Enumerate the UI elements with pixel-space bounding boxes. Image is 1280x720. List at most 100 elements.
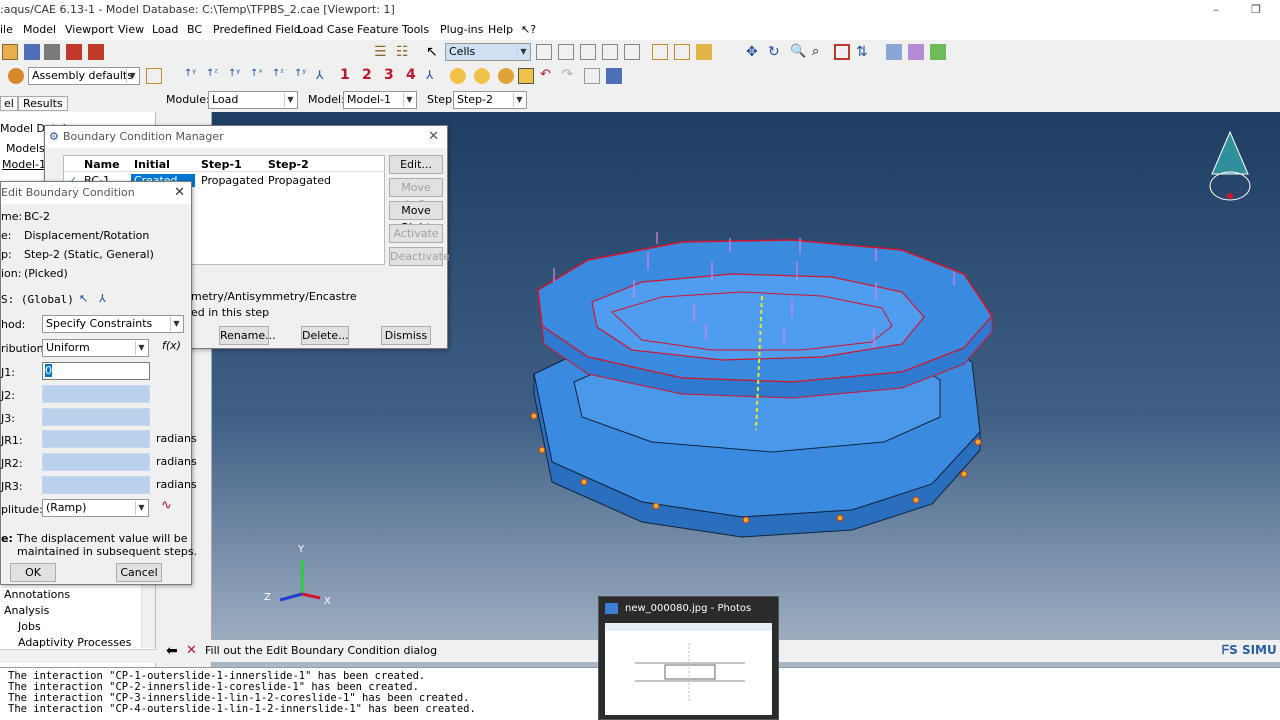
zoom-icon[interactable]: 🔍 [790,44,806,60]
csys-zy-icon[interactable]: ↑ᶻ [272,68,288,84]
highlight-icon[interactable] [518,68,534,84]
view-2-button[interactable]: 2 [362,67,378,83]
context-help-icon[interactable]: ↖? [521,20,536,40]
minimize-button[interactable]: – [1196,0,1236,20]
menu-model[interactable]: Model [23,20,56,40]
view-top-icon[interactable] [930,44,946,60]
close-icon[interactable]: ✕ [428,129,439,144]
tab-results[interactable]: Results [18,96,68,111]
ur1-input[interactable] [42,430,150,448]
dismiss-button[interactable]: Dismiss [381,326,431,345]
menu-help[interactable]: Help [488,20,513,40]
view-4-button[interactable]: 4 [406,67,422,83]
double-sphere-icon[interactable] [474,68,490,84]
cycle-icon[interactable]: ⇅ [856,44,872,60]
menu-file[interactable]: ile [0,20,13,40]
method-select[interactable]: Specify Constraints ▼ [42,315,184,333]
auto-fit-icon[interactable] [834,44,850,60]
back-arrow-icon[interactable]: ⬅ [166,640,178,662]
module-select[interactable]: Load ▼ [208,91,298,109]
save-icon[interactable] [24,44,40,60]
view-1-button[interactable]: 1 [340,67,356,83]
import-icon[interactable] [66,44,82,60]
select-all-icon[interactable] [536,44,552,60]
select-box-icon[interactable] [558,44,574,60]
undo-icon[interactable]: ↶ [540,67,556,83]
zoom-box-icon[interactable]: ⌕ [812,44,828,60]
select-inside-icon[interactable] [602,44,618,60]
menu-viewport[interactable]: Viewport [65,20,114,40]
step-select[interactable]: Step-2 ▼ [453,91,527,109]
cancel-button[interactable]: Cancel [116,563,162,582]
menu-load-case[interactable]: Load Case [297,20,354,40]
menu-load[interactable]: Load [152,20,178,40]
u1-input[interactable]: 0 [42,362,150,380]
cancel-x-icon[interactable]: ✕ [186,640,197,662]
restore-button[interactable]: ❐ [1236,0,1276,20]
tree-model-1[interactable]: Model-1 [2,158,46,171]
select-crossing-icon[interactable] [624,44,640,60]
menu-bc[interactable]: BC [187,20,202,40]
view-iso-icon[interactable] [886,44,902,60]
ok-button[interactable]: OK [10,563,56,582]
render-style-select[interactable]: Assembly defaults ▼ [28,67,140,85]
pan-icon[interactable]: ✥ [746,44,762,60]
table-icon[interactable] [606,68,622,84]
cube-hidden-icon[interactable] [674,44,690,60]
menu-view[interactable]: View [118,20,144,40]
tree-analysis[interactable]: Analysis [4,604,49,617]
move-right-button[interactable]: Move Right [389,201,443,234]
ruler-icon[interactable]: ☰ [374,44,390,60]
open-icon[interactable] [2,44,18,60]
amplitude-create-icon[interactable]: ∿ [161,498,172,513]
tree-adaptivity[interactable]: Adaptivity Processes [18,636,132,649]
tree-hscrollbar[interactable] [0,649,156,663]
csys-icon[interactable]: ⅄ [99,292,106,305]
distribution-select[interactable]: Uniform ▼ [42,339,149,357]
menu-feature[interactable]: Feature [357,20,399,40]
tree-models[interactable]: Models [6,142,45,155]
menu-tools[interactable]: Tools [402,20,429,40]
cube-wire-icon[interactable] [652,44,668,60]
csys-user-icon[interactable]: ⅄ [426,68,442,84]
print-icon[interactable] [44,44,60,60]
menu-predefined-field[interactable]: Predefined Field [213,20,301,40]
instance-icon[interactable] [146,68,162,84]
shaded-sphere-icon[interactable] [498,68,514,84]
tree-vscrollbar[interactable] [141,582,155,648]
u3-input[interactable] [42,408,150,426]
activate-button[interactable]: Activate [389,224,443,243]
blank-icon[interactable] [584,68,600,84]
view-front-icon[interactable] [908,44,924,60]
amplitude-select[interactable]: (Ramp) ▼ [42,499,149,517]
redo-icon[interactable]: ↷ [562,67,578,83]
sphere-icon[interactable] [450,68,466,84]
tree-jobs[interactable]: Jobs [18,620,41,633]
tree-annotations[interactable]: Annotations [4,588,70,601]
export-icon[interactable] [88,44,104,60]
view-cube[interactable] [1209,130,1251,201]
rotate-icon[interactable]: ↻ [768,44,784,60]
cube-shaded-icon[interactable] [696,44,712,60]
delete-button[interactable]: Delete... [301,326,349,345]
selection-filter-select[interactable]: Cells ▼ [445,43,531,61]
ruler-alt-icon[interactable]: ☷ [396,44,412,60]
csys-zx-icon[interactable]: ↑ˣ [250,68,266,84]
deactivate-button[interactable]: Deactivate [389,247,450,266]
csys-xy-icon[interactable]: ↑ʸ [184,68,200,84]
tab-model[interactable]: el [0,96,18,111]
model-select[interactable]: Model-1 ▼ [343,91,417,109]
menu-plugins[interactable]: Plug-ins [440,20,483,40]
select-region-icon[interactable] [580,44,596,60]
edit-button[interactable]: Edit... [389,155,443,174]
csys-xz-icon[interactable]: ↑ᶻ [206,68,222,84]
pointer-icon[interactable]: ↖ [426,44,442,60]
pick-csys-icon[interactable]: ↖ [79,292,88,305]
ur2-input[interactable] [42,453,150,471]
ur3-input[interactable] [42,476,150,494]
csys-yz-icon[interactable]: ↑ʸ [228,68,244,84]
photos-thumbnail[interactable]: new_000080.jpg - Photos [598,596,779,720]
csys-iso-icon[interactable]: ⅄ [316,68,332,84]
csys-yx-icon[interactable]: ↑ʸ [294,68,310,84]
move-left-button[interactable]: Move Left [389,178,443,211]
